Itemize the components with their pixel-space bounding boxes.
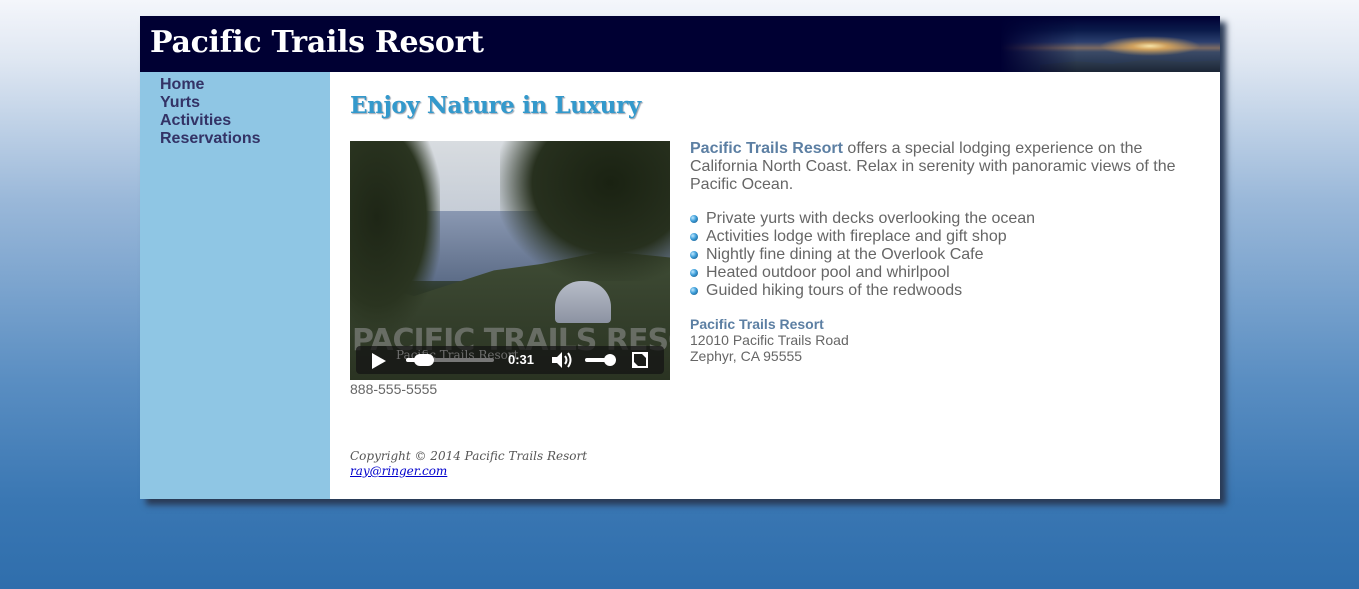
bullet-icon	[690, 233, 698, 241]
bullet-icon	[690, 269, 698, 277]
main-nav: Home Yurts Activities Reservations	[160, 76, 330, 148]
nav-link-reservations[interactable]: Reservations	[160, 130, 330, 148]
list-item: Guided hiking tours of the redwoods	[690, 282, 1035, 300]
site-title: Pacific Trails Resort	[150, 25, 484, 60]
volume-slider-handle[interactable]	[603, 354, 616, 366]
bullet-icon	[690, 215, 698, 223]
address-block: Pacific Trails Resort 12010 Pacific Trai…	[690, 316, 849, 364]
bullet-icon	[690, 287, 698, 295]
list-item: Activities lodge with fireplace and gift…	[690, 228, 1035, 246]
intro-paragraph: Pacific Trails Resort offers a special l…	[690, 140, 1190, 194]
main-content: Enjoy Nature in Luxury PACIFIC TRAILS RE…	[330, 72, 1220, 499]
list-item: Private yurts with decks overlooking the…	[690, 210, 1035, 228]
video-player[interactable]: PACIFIC TRAILS RESORT Pacific Trails Res…	[350, 141, 670, 380]
address-name: Pacific Trails Resort	[690, 316, 824, 332]
list-item-text: Private yurts with decks overlooking the…	[706, 210, 1036, 227]
page-heading: Enjoy Nature in Luxury	[350, 92, 641, 119]
nav-link-yurts[interactable]: Yurts	[160, 94, 330, 112]
site-header: Pacific Trails Resort	[140, 16, 1220, 72]
bullet-icon	[690, 251, 698, 259]
address-street: 12010 Pacific Trails Road	[690, 332, 849, 348]
nav-link-activities[interactable]: Activities	[160, 112, 330, 130]
volume-icon[interactable]	[550, 350, 574, 370]
intro-brand-name: Pacific Trails Resort	[690, 140, 843, 157]
list-item-text: Heated outdoor pool and whirlpool	[706, 264, 950, 281]
nav-link-home[interactable]: Home	[160, 76, 330, 94]
page-wrapper: Pacific Trails Resort Home Yurts Activit…	[140, 16, 1220, 499]
video-frame-tree	[350, 141, 440, 331]
features-list: Private yurts with decks overlooking the…	[690, 210, 1035, 300]
video-controls: Pacific Trails Resort 0:31	[356, 346, 664, 374]
list-item-text: Guided hiking tours of the redwoods	[706, 282, 963, 299]
video-progress-handle[interactable]	[413, 354, 434, 366]
play-icon[interactable]	[372, 353, 386, 369]
address-city: Zephyr, CA 95555	[690, 348, 803, 364]
video-frame-tree	[500, 141, 670, 281]
fullscreen-icon[interactable]	[632, 352, 648, 368]
site-footer: Copyright © 2014 Pacific Trails Resort r…	[350, 449, 587, 479]
video-time: 0:31	[508, 352, 535, 367]
list-item-text: Activities lodge with fireplace and gift…	[706, 228, 1007, 245]
video-frame-yurt	[555, 281, 611, 323]
phone-number: 888-555-5555	[350, 381, 438, 397]
list-item-text: Nightly fine dining at the Overlook Cafe	[706, 246, 984, 263]
list-item: Nightly fine dining at the Overlook Cafe	[690, 246, 1035, 264]
copyright-text: Copyright © 2014 Pacific Trails Resort	[350, 449, 588, 463]
email-link[interactable]: ray@ringer.com	[350, 464, 587, 479]
list-item: Heated outdoor pool and whirlpool	[690, 264, 1035, 282]
sunset-header-image	[1000, 16, 1220, 72]
